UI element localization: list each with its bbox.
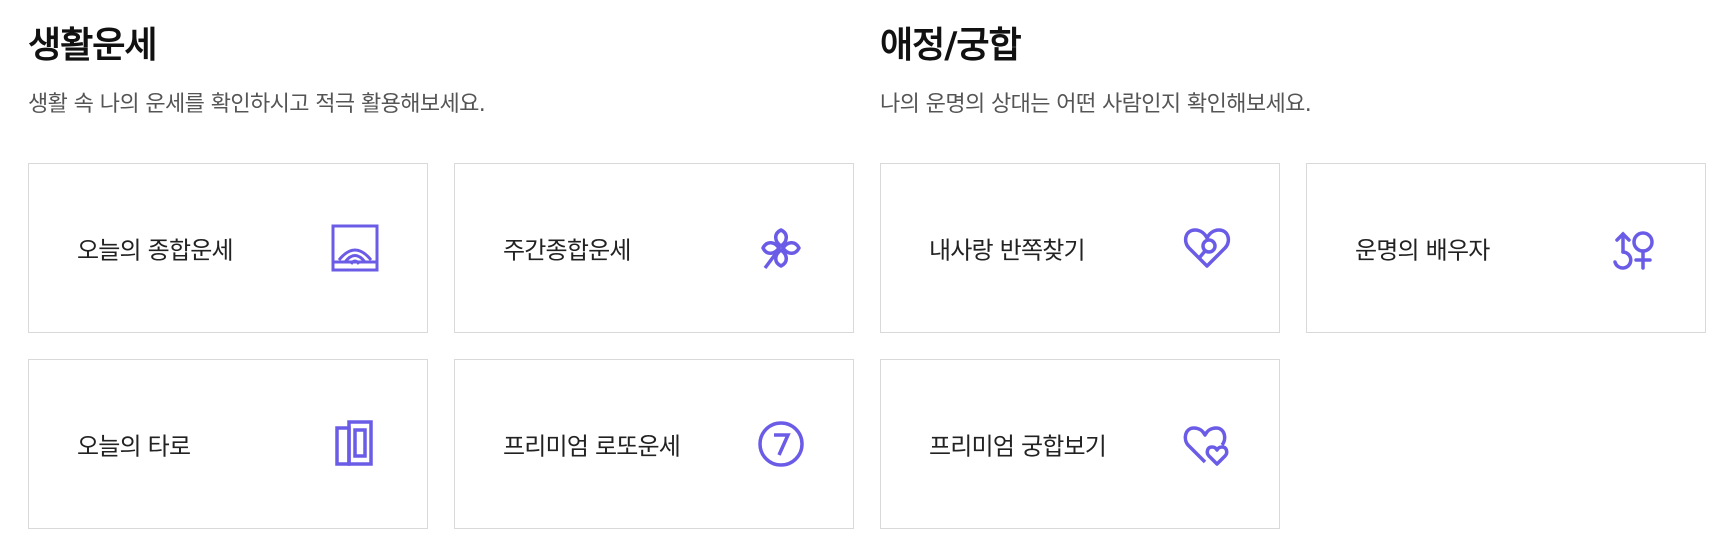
card-premium-compatibility[interactable]: 프리미엄 궁합보기 [880,359,1280,529]
card-find-my-half[interactable]: 내사랑 반쪽찾기 [880,163,1280,333]
card-label: 주간종합운세 [503,236,631,265]
card-label: 오늘의 타로 [77,432,191,461]
card-premium-lotto[interactable]: 프리미엄 로또운세 [454,359,854,529]
double-heart-icon [1181,418,1233,470]
clover-icon [755,222,807,274]
gender-symbols-icon [1607,222,1659,274]
card-weekly-fortune[interactable]: 주간종합운세 [454,163,854,333]
section-description: 생활 속 나의 운세를 확인하시고 적극 활용해보세요. [28,92,486,117]
card-label: 운명의 배우자 [1355,236,1490,265]
lotto-seven-icon [755,418,807,470]
section-description: 나의 운명의 상대는 어떤 사람인지 확인해보세요. [880,92,1312,117]
card-today-fortune[interactable]: 오늘의 종합운세 [28,163,428,333]
card-destined-spouse[interactable]: 운명의 배우자 [1306,163,1706,333]
card-today-tarot[interactable]: 오늘의 타로 [28,359,428,529]
card-label: 내사랑 반쪽찾기 [929,236,1086,265]
card-label: 프리미엄 로또운세 [503,432,681,461]
card-label: 프리미엄 궁합보기 [929,432,1107,461]
section-title: 생활운세 [28,25,157,66]
card-label: 오늘의 종합운세 [77,236,234,265]
sunrise-frame-icon [329,222,381,274]
tarot-cards-icon [329,418,381,470]
section-title: 애정/궁합 [880,25,1022,66]
heart-search-icon [1181,222,1233,274]
